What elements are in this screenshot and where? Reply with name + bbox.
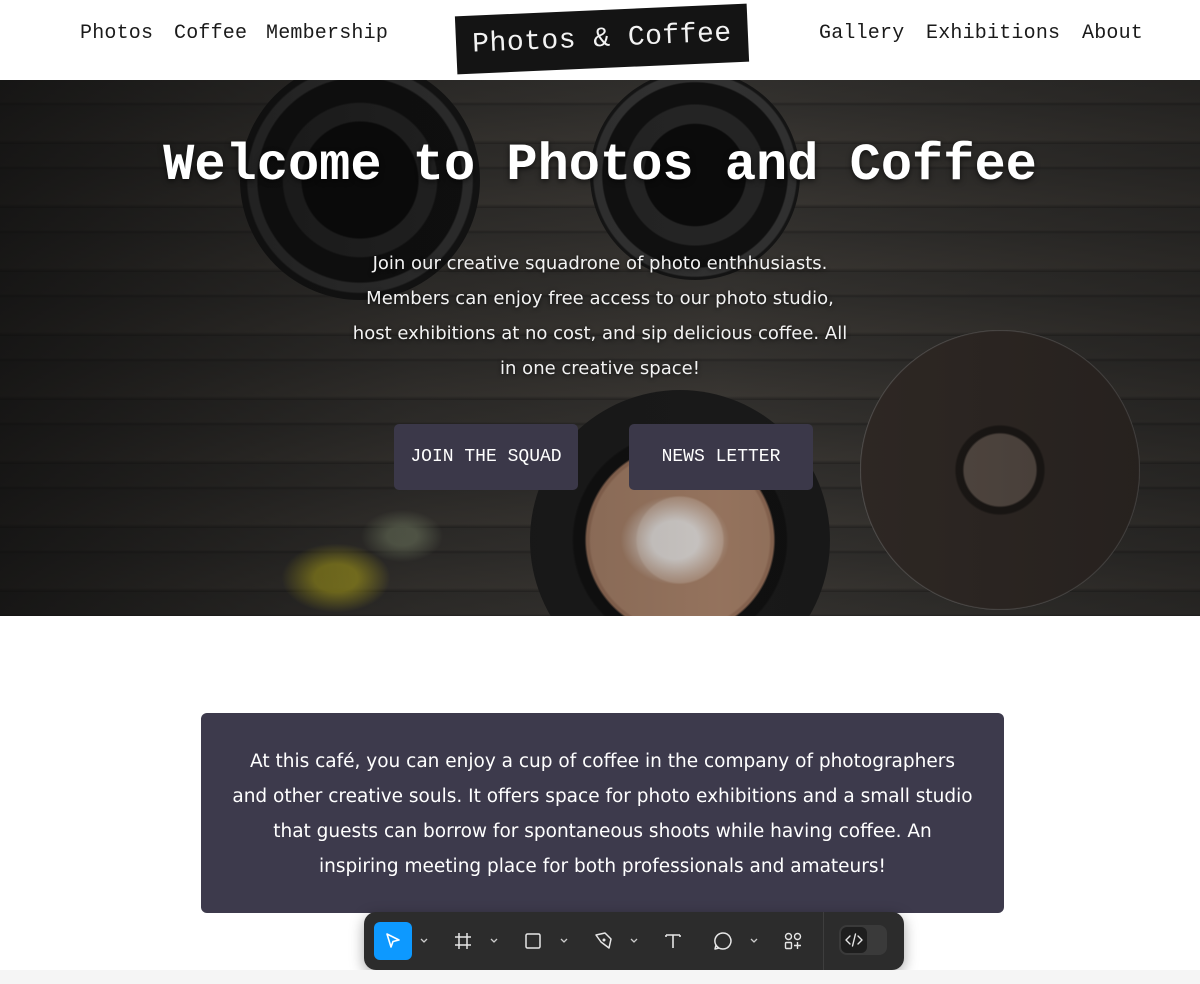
page-bottom-edge bbox=[0, 970, 1200, 984]
design-toolbar bbox=[364, 912, 904, 970]
frame-tool-chevron-down-icon[interactable] bbox=[489, 934, 499, 948]
site-header: Photos Coffee Membership Photos & Coffee… bbox=[0, 0, 1200, 80]
nav-link-about[interactable]: About bbox=[1082, 22, 1143, 45]
comment-tool-chevron-down-icon[interactable] bbox=[749, 934, 759, 948]
hero-title: Welcome to Photos and Coffee bbox=[163, 136, 1037, 195]
toolbar-divider bbox=[823, 912, 824, 970]
rectangle-tool-button[interactable] bbox=[514, 922, 552, 960]
about-cafe-box: At this café, you can enjoy a cup of cof… bbox=[201, 713, 1004, 913]
code-toggle-knob bbox=[841, 927, 867, 953]
nav-link-membership[interactable]: Membership bbox=[266, 22, 388, 45]
rectangle-tool-chevron-down-icon[interactable] bbox=[559, 934, 569, 948]
comment-tool-button[interactable] bbox=[704, 922, 742, 960]
hero-description: Join our creative squadrone of photo ent… bbox=[352, 253, 848, 379]
move-icon bbox=[386, 933, 400, 948]
frame-tool-button[interactable] bbox=[444, 922, 482, 960]
join-the-squad-button[interactable]: JOIN THE SQUAD bbox=[394, 424, 578, 490]
about-cafe-text: At this café, you can enjoy a cup of cof… bbox=[232, 751, 973, 877]
dev-mode-toggle[interactable] bbox=[839, 925, 887, 955]
pen-icon bbox=[595, 932, 612, 949]
rectangle-icon bbox=[525, 933, 541, 949]
move-tool-chevron-down-icon[interactable] bbox=[419, 934, 429, 948]
code-icon bbox=[845, 933, 863, 947]
pen-tool-chevron-down-icon[interactable] bbox=[629, 934, 639, 948]
comment-icon bbox=[714, 932, 732, 950]
text-tool-button[interactable] bbox=[654, 922, 692, 960]
logo-text: Photos & Coffee bbox=[471, 17, 733, 61]
text-icon bbox=[665, 934, 681, 948]
move-tool-button[interactable] bbox=[374, 922, 412, 960]
nav-link-exhibitions[interactable]: Exhibitions bbox=[926, 22, 1060, 45]
hero-section: Welcome to Photos and Coffee Join our cr… bbox=[0, 80, 1200, 616]
nav-link-gallery[interactable]: Gallery bbox=[819, 22, 904, 45]
actions-icon bbox=[784, 932, 802, 950]
frame-icon bbox=[455, 933, 471, 949]
pen-tool-button[interactable] bbox=[584, 922, 622, 960]
site-logo[interactable]: Photos & Coffee bbox=[454, 3, 750, 75]
nav-link-photos[interactable]: Photos bbox=[80, 22, 153, 45]
actions-tool-button[interactable] bbox=[774, 922, 812, 960]
nav-link-coffee[interactable]: Coffee bbox=[174, 22, 247, 45]
newsletter-button[interactable]: NEWS LETTER bbox=[629, 424, 813, 490]
